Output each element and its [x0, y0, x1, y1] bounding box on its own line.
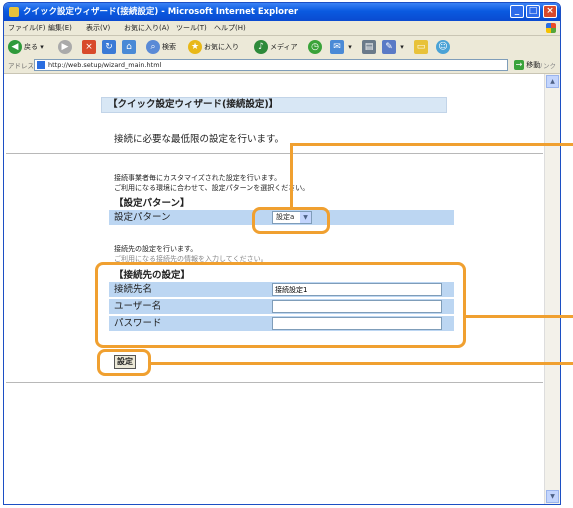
menu-help[interactable]: ヘルプ(H)	[214, 22, 246, 34]
divider	[6, 153, 543, 155]
messenger-icon: ☺	[436, 40, 450, 54]
minimize-button[interactable]: _	[510, 5, 524, 18]
page-heading: 【クイック設定ウィザード(接続設定)】	[101, 97, 447, 113]
browser-window: クイック設定ウィザード(接続設定) - Microsoft Internet E…	[3, 2, 561, 505]
star-icon: ★	[188, 40, 202, 54]
pattern-note-2: ご利用になる環境に合わせて、設定パターンを選択ください。	[114, 184, 310, 192]
edit-button[interactable]: ✎ ▾	[382, 39, 404, 55]
home-icon: ⌂	[122, 40, 136, 54]
maximize-button[interactable]: □	[526, 5, 540, 18]
vertical-scrollbar[interactable]: ▲ ▼	[544, 74, 560, 504]
search-button[interactable]: ⌕ 検索	[146, 39, 176, 55]
print-button[interactable]: ▤	[362, 39, 378, 55]
page-subtitle: 接続に必要な最低限の設定を行います。	[114, 134, 285, 145]
callout-submit-button	[97, 349, 151, 376]
search-label: 検索	[162, 43, 176, 51]
address-input[interactable]: http://web.setup/wizard_main.html	[34, 59, 508, 71]
callout-leader-pattern	[290, 143, 293, 207]
callout-leader-pattern-h	[290, 143, 573, 146]
menu-edit[interactable]: 編集(E)	[48, 22, 72, 34]
home-button[interactable]: ⌂	[122, 39, 138, 55]
bottom-divider	[6, 382, 543, 384]
close-button[interactable]: ×	[543, 5, 557, 18]
edit-icon: ✎	[382, 40, 396, 54]
refresh-icon: ↻	[102, 40, 116, 54]
history-icon: ◷	[308, 40, 322, 54]
mail-button[interactable]: ✉ ▾	[330, 39, 352, 55]
media-label: メディア	[270, 43, 298, 51]
messenger-button[interactable]: ☺	[436, 39, 452, 55]
back-label: 戻る	[24, 43, 38, 51]
window-title: クイック設定ウィザード(接続設定) - Microsoft Internet E…	[23, 7, 299, 17]
dest-note-1: 接続先の設定を行います。	[114, 245, 198, 253]
folder-button[interactable]: ▭	[414, 39, 430, 55]
menu-tools[interactable]: ツール(T)	[176, 22, 207, 34]
back-arrow-icon: ◀	[8, 40, 22, 54]
favorites-button[interactable]: ★ お気に入り	[188, 39, 239, 55]
pattern-label: 設定パターン	[114, 212, 171, 223]
forward-button[interactable]: ▶	[58, 39, 74, 55]
address-bar: アドレス(D) http://web.setup/wizard_main.htm…	[4, 58, 560, 74]
media-icon: ♪	[254, 40, 268, 54]
refresh-button[interactable]: ↻	[102, 39, 118, 55]
menu-favorites[interactable]: お気に入り(A)	[124, 22, 169, 34]
scroll-up-icon[interactable]: ▲	[546, 75, 559, 88]
favorites-label: お気に入り	[204, 43, 239, 51]
links-button[interactable]: リンク	[537, 60, 557, 70]
stop-icon: ×	[82, 40, 96, 54]
history-button[interactable]: ◷	[308, 39, 324, 55]
title-bar[interactable]: クイック設定ウィザード(接続設定) - Microsoft Internet E…	[4, 3, 560, 21]
callout-pattern-select	[252, 207, 330, 234]
forward-arrow-icon: ▶	[58, 40, 72, 54]
menu-file[interactable]: ファイル(F)	[8, 22, 46, 34]
scroll-down-icon[interactable]: ▼	[546, 490, 559, 503]
folder-icon: ▭	[414, 40, 428, 54]
windows-logo-icon	[546, 23, 556, 33]
print-icon: ▤	[362, 40, 376, 54]
stop-button[interactable]: ×	[82, 39, 98, 55]
callout-destination-fields	[95, 262, 466, 348]
pattern-section-title: 【設定パターン】	[114, 198, 190, 209]
back-button[interactable]: ◀ 戻る ▾	[8, 39, 44, 55]
menu-bar: ファイル(F) 編集(E) 表示(V) お気に入り(A) ツール(T) ヘルプ(…	[4, 21, 560, 36]
pattern-note-1: 接続事業者毎にカスタマイズされた設定を行います。	[114, 174, 282, 182]
media-button[interactable]: ♪ メディア	[254, 39, 298, 55]
ie-icon	[9, 7, 19, 17]
go-arrow-icon: →	[514, 60, 524, 70]
address-url: http://web.setup/wizard_main.html	[48, 61, 162, 69]
callout-leader-destination	[466, 315, 573, 318]
callout-leader-submit	[151, 362, 573, 365]
toolbar: ◀ 戻る ▾ ▶ × ↻ ⌂ ⌕ 検索 ★ お気に入り ♪ メディア ◷ ✉ ▾ ▤ ✎…	[4, 36, 560, 59]
search-icon: ⌕	[146, 40, 160, 54]
menu-view[interactable]: 表示(V)	[86, 22, 110, 34]
mail-icon: ✉	[330, 40, 344, 54]
page-icon	[37, 61, 45, 69]
